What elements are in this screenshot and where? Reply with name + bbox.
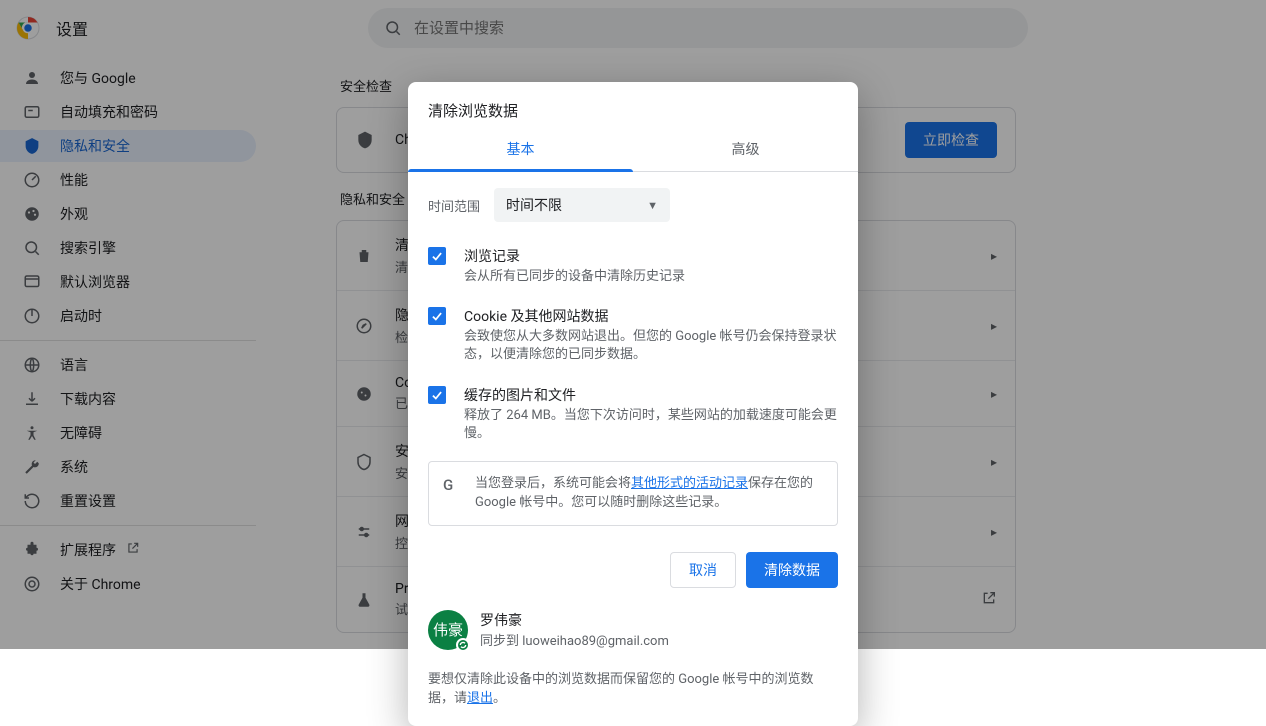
info-banner: G 当您登录后，系统可能会将其他形式的活动记录保存在您的 Google 帐号中。… <box>428 461 838 526</box>
check-cached-files[interactable]: 缓存的图片和文件 释放了 264 MB。当您下次访问时，某些网站的加载速度可能会… <box>428 377 838 455</box>
check-title: 浏览记录 <box>464 246 685 266</box>
sync-badge-icon <box>456 638 470 652</box>
check-cookies[interactable]: Cookie 及其他网站数据 会致使您从大多数网站退出。但您的 Google 帐… <box>428 298 838 376</box>
checkbox-icon[interactable] <box>428 247 446 265</box>
check-title: 缓存的图片和文件 <box>464 385 838 405</box>
check-title: Cookie 及其他网站数据 <box>464 306 838 326</box>
time-range-select[interactable]: 时间不限 ▼ <box>494 188 670 222</box>
profile-sync: 同步到 luoweihao89@gmail.com <box>480 630 669 649</box>
time-range-value: 时间不限 <box>506 195 562 215</box>
cancel-button[interactable]: 取消 <box>670 552 736 588</box>
other-activity-link[interactable]: 其他形式的活动记录 <box>631 476 748 491</box>
checkbox-icon[interactable] <box>428 386 446 404</box>
check-browsing-history[interactable]: 浏览记录 会从所有已同步的设备中清除历史记录 <box>428 238 838 298</box>
info-text: 当您登录后，系统可能会将其他形式的活动记录保存在您的 Google 帐号中。您可… <box>475 474 823 513</box>
time-range-label: 时间范围 <box>428 196 480 215</box>
time-range-row: 时间范围 时间不限 ▼ <box>428 188 838 222</box>
chevron-down-icon: ▼ <box>647 199 658 212</box>
tab-basic[interactable]: 基本 <box>408 127 633 171</box>
dialog-actions: 取消 清除数据 <box>408 530 858 602</box>
dialog-body: 时间范围 时间不限 ▼ 浏览记录 会从所有已同步的设备中清除历史记录 Cooki… <box>408 172 858 530</box>
dialog-title: 清除浏览数据 <box>408 82 858 127</box>
tab-advanced[interactable]: 高级 <box>633 127 858 171</box>
avatar: 伟豪 <box>428 610 468 650</box>
dialog-tabs: 基本 高级 <box>408 127 858 172</box>
profile-name: 罗伟豪 <box>480 610 669 630</box>
clear-data-button[interactable]: 清除数据 <box>746 552 838 588</box>
profile-row: 伟豪 罗伟豪 同步到 luoweihao89@gmail.com <box>408 602 858 664</box>
check-desc: 会致使您从大多数网站退出。但您的 Google 帐号仍会保持登录状态，以便清除您… <box>464 328 838 364</box>
google-g-icon: G <box>443 474 461 513</box>
sign-out-link[interactable]: 退出 <box>467 691 493 706</box>
check-desc: 会从所有已同步的设备中清除历史记录 <box>464 268 685 286</box>
dialog-footer: 要想仅清除此设备中的浏览数据而保留您的 Google 帐号中的浏览数据，请退出。 <box>408 664 858 726</box>
check-desc: 释放了 264 MB。当您下次访问时，某些网站的加载速度可能会更慢。 <box>464 407 838 443</box>
clear-browsing-data-dialog: 清除浏览数据 基本 高级 时间范围 时间不限 ▼ 浏览记录 会从所有已同步的设备… <box>408 82 858 726</box>
checkbox-icon[interactable] <box>428 307 446 325</box>
